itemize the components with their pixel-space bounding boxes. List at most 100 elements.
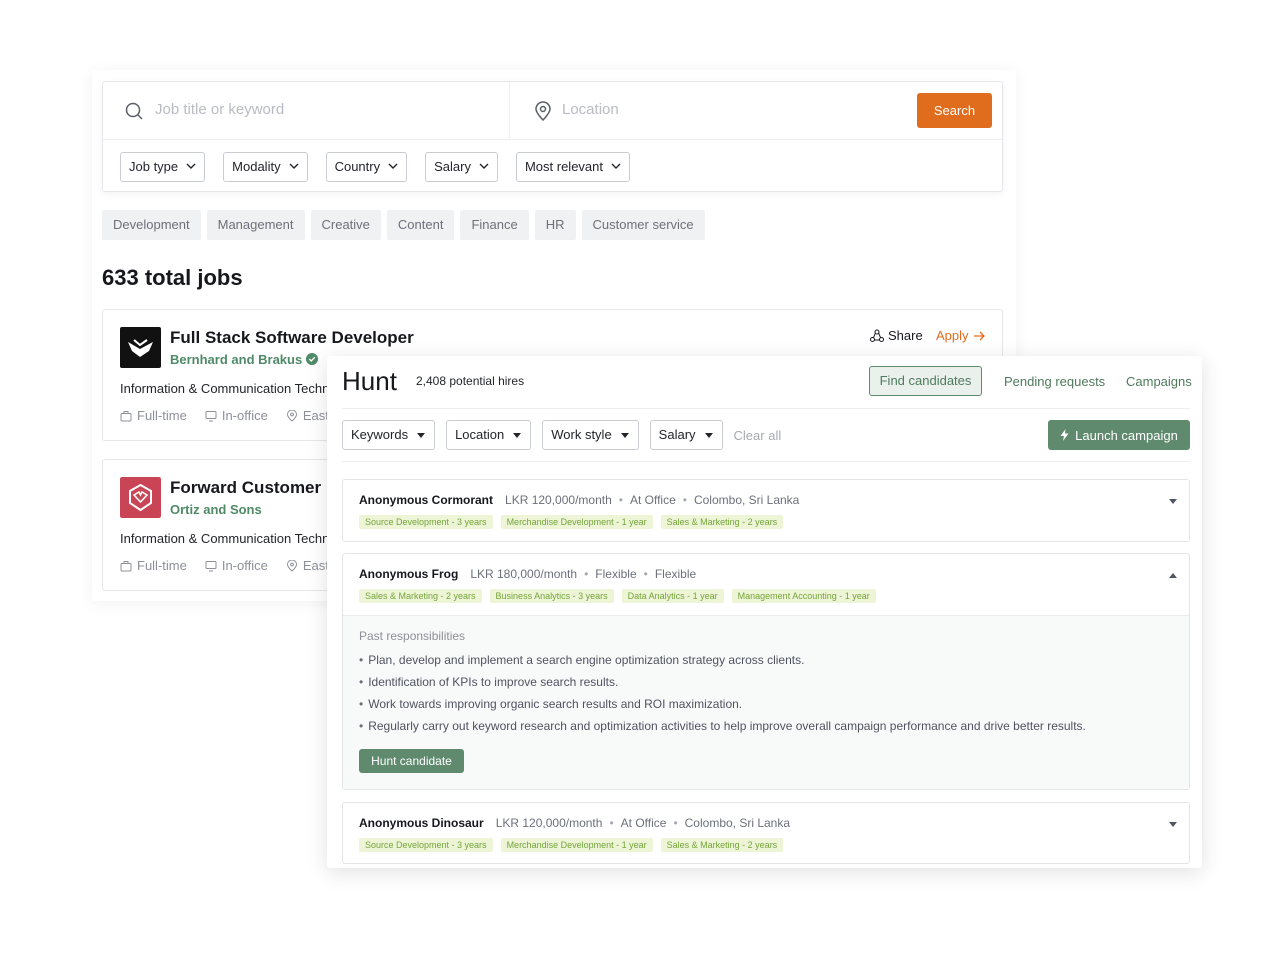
caret-down-icon [417,433,426,438]
expand-caret-icon[interactable] [1169,499,1177,504]
arrow-right-icon [973,331,985,340]
clear-all-button[interactable]: Clear all [734,428,782,443]
salary-filter[interactable]: Salary [425,152,498,182]
hunt-candidate-button[interactable]: Hunt candidate [359,749,464,773]
candidate-skills: Source Development - 3 years Merchandise… [359,838,784,852]
keywords-filter[interactable]: Keywords [342,420,436,450]
skill-badge: Data Analytics - 1 year [621,589,724,603]
skill-badge: Sales & Marketing - 2 years [660,515,784,529]
location-pin-icon [286,409,297,422]
filter-label: Salary [658,427,696,442]
filter-label: Most relevant [524,159,604,174]
filter-label: Keywords [351,427,409,442]
filter-label: Location [455,427,505,442]
collapse-caret-icon[interactable] [1169,573,1177,578]
filter-label: Salary [434,159,471,174]
category-tag[interactable]: Development [102,210,201,240]
company-name[interactable]: Bernhard and Brakus [170,352,318,367]
search-button[interactable]: Search [917,93,992,128]
skill-badge: Source Development - 3 years [359,838,493,852]
category-tag[interactable]: Content [386,210,455,240]
work-style-filter[interactable]: Work style [542,420,639,450]
monitor-icon [205,560,217,571]
job-title[interactable]: Forward Customer Me [170,478,349,498]
candidate-work-style: At Office [620,816,667,830]
modality-filter[interactable]: Modality [223,152,308,182]
job-type-label: Full-time [137,408,187,423]
salary-filter[interactable]: Salary [649,420,723,450]
briefcase-icon [120,410,132,421]
candidate-salary: LKR 120,000/month [495,816,603,830]
launch-campaign-button[interactable]: Launch campaign [1048,420,1190,450]
candidate-work-style: At Office [629,493,676,507]
tab-find-candidates[interactable]: Find candidates [869,366,982,396]
category-tag[interactable]: Management [206,210,305,240]
chevron-down-icon [186,163,196,169]
job-location-label: East [302,558,329,573]
caret-down-icon [620,433,629,438]
apply-label: Apply [936,328,969,343]
skill-badge: Merchandise Development - 1 year [500,838,653,852]
tab-pending-requests[interactable]: Pending requests [1004,374,1105,389]
location-placeholder: Location [562,101,619,118]
category-tag[interactable]: Customer service [581,210,705,240]
page-title: Hunt [342,366,397,396]
tab-campaigns[interactable]: Campaigns [1126,374,1192,389]
location-pin-icon [286,559,297,572]
skill-badge: Merchandise Development - 1 year [500,515,653,529]
job-location-label: East [302,408,329,423]
candidate-card[interactable]: Anonymous Dinosaur LKR 120,000/month • A… [342,802,1190,864]
expand-caret-icon[interactable] [1169,822,1177,827]
job-modality-label: In-office [221,408,268,423]
separator-dot: • [609,816,614,830]
total-jobs-count: 633 total jobs [102,265,243,290]
category-tags: Development Management Creative Content … [102,210,705,240]
separator-dot: • [618,493,623,507]
list-item: Regularly carry out keyword research and… [359,717,1086,739]
candidate-header: Anonymous Dinosaur LKR 120,000/month • A… [359,816,790,830]
share-label: Share [888,328,923,343]
list-item: Plan, develop and implement a search eng… [359,651,1086,673]
job-type: Full-time [120,558,187,573]
country-filter[interactable]: Country [325,152,408,182]
job-meta: Full-time In-office East [120,408,329,423]
company-name[interactable]: Ortiz and Sons [170,502,262,517]
job-location: East [286,558,329,573]
job-meta: Full-time In-office East [120,558,329,573]
skill-badge: Sales & Marketing - 2 years [359,589,482,603]
share-button[interactable]: Share [870,328,923,343]
keyword-input[interactable]: Job title or keyword [103,82,510,139]
job-title[interactable]: Full Stack Software Developer [170,328,414,348]
location-filter[interactable]: Location [446,420,532,450]
sort-filter[interactable]: Most relevant [515,152,631,182]
candidate-name: Anonymous Frog [359,567,459,581]
category-tag[interactable]: Creative [310,210,381,240]
category-tag[interactable]: Finance [460,210,529,240]
separator-dot: • [682,493,687,507]
job-filter-row: Job type Modality Country Salary Most re… [120,152,631,182]
company-label: Bernhard and Brakus [170,352,303,367]
separator-dot: • [584,567,589,581]
job-search-box: Job title or keyword Location Search Job… [102,81,1003,192]
caret-down-icon [513,433,522,438]
hunt-panel: Hunt 2,408 potential hires Find candidat… [327,356,1202,868]
divider [342,461,1190,462]
candidate-card[interactable]: Anonymous Cormorant LKR 120,000/month • … [342,479,1190,542]
skill-badge: Management Accounting - 1 year [731,589,876,603]
candidate-location: Colombo, Sri Lanka [693,493,800,507]
job-modality-label: In-office [221,558,268,573]
apply-button[interactable]: Apply [936,328,985,343]
candidate-location: Flexible [654,567,697,581]
filter-label: Job type [129,159,179,174]
category-tag[interactable]: HR [534,210,576,240]
separator-dot: • [643,567,648,581]
location-pin-icon [535,101,551,121]
location-input[interactable]: Location [510,82,915,139]
list-item: Work towards improving organic search re… [359,695,1086,717]
candidate-location: Colombo, Sri Lanka [684,816,791,830]
job-type-filter[interactable]: Job type [120,152,206,182]
candidate-card[interactable]: Anonymous Frog LKR 180,000/month • Flexi… [342,553,1190,790]
potential-hires-count: 2,408 potential hires [416,374,525,388]
divider [342,408,1190,409]
hunt-filter-row: Keywords Location Work style Salary Clea… [342,420,781,450]
